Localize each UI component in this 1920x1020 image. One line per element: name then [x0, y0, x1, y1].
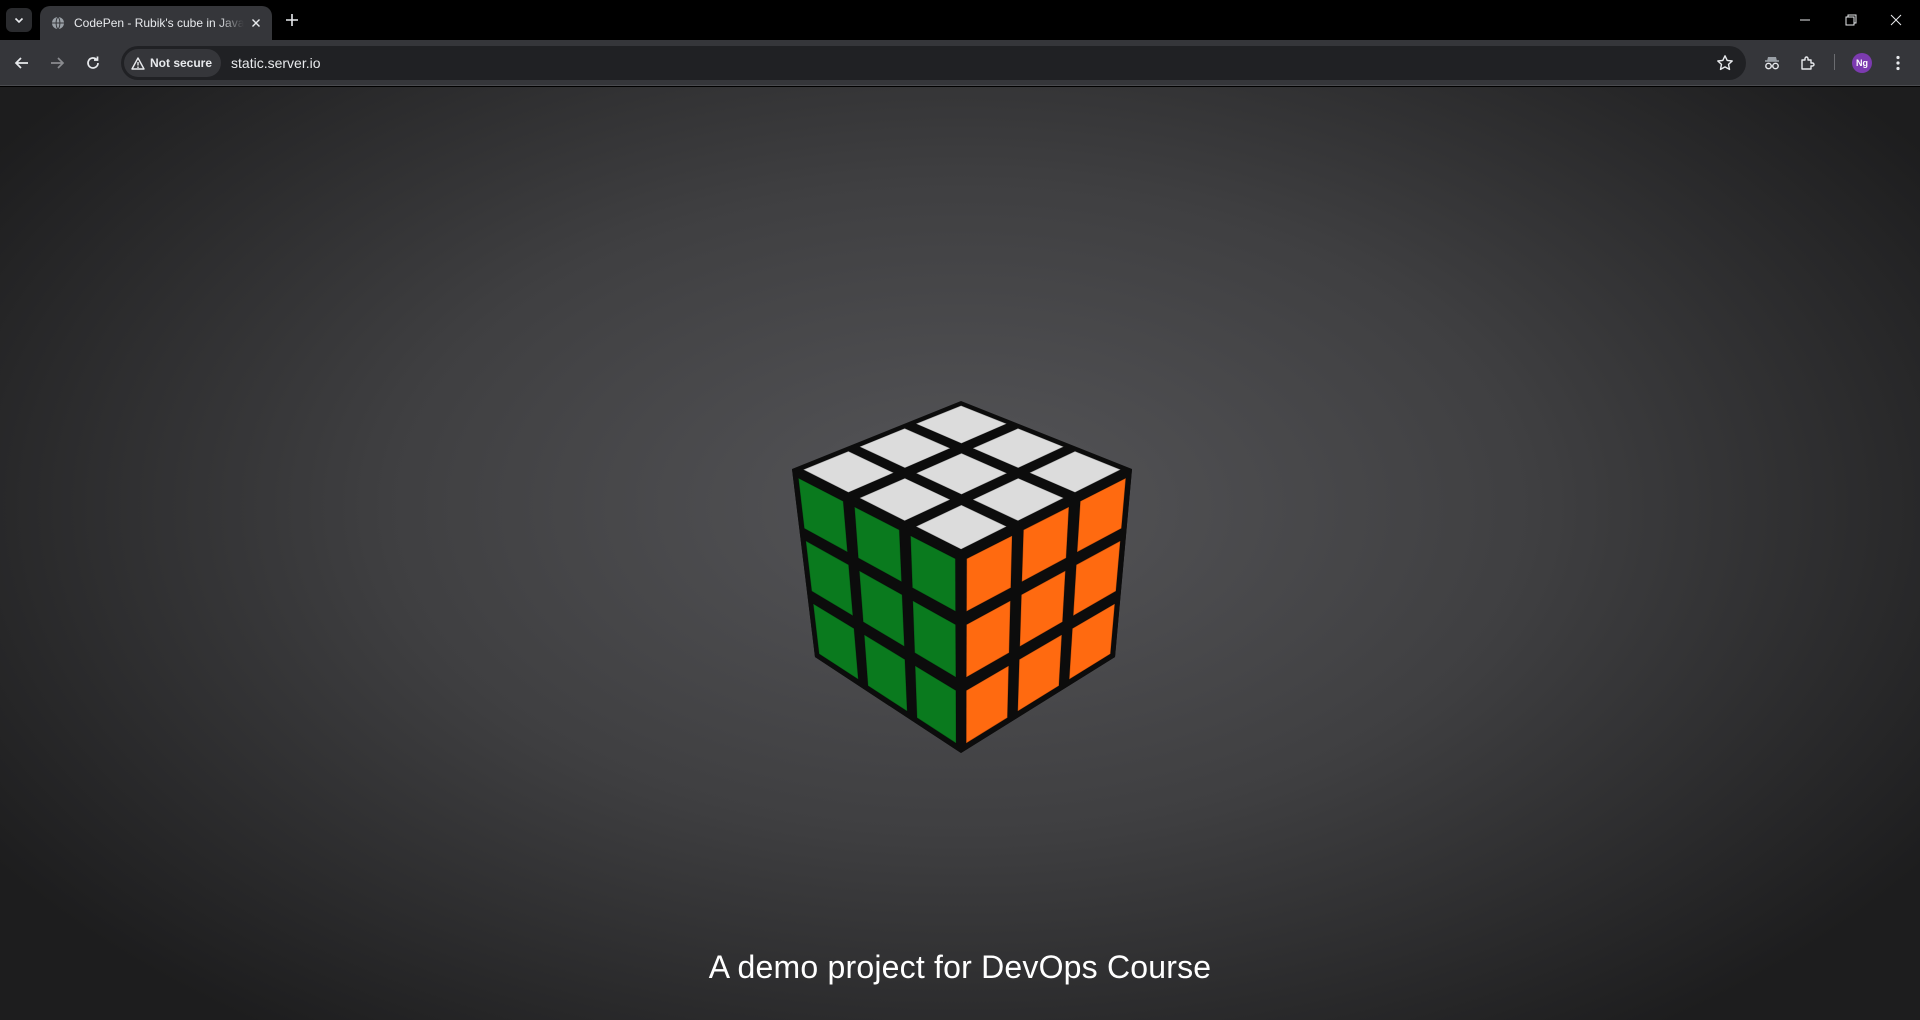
arrow-left-icon — [14, 57, 28, 69]
page-content: A demo project for DevOps Course — [0, 87, 1920, 1020]
security-label: Not secure — [150, 56, 213, 70]
tab-title: CodePen - Rubik's cube in JavaScript — [74, 16, 244, 30]
rubiks-cube[interactable] — [780, 387, 1140, 767]
page-caption: A demo project for DevOps Course — [708, 949, 1212, 985]
toolbar-separator — [1834, 54, 1835, 70]
incognito-extension-button[interactable] — [1759, 50, 1785, 76]
warning-icon — [131, 56, 145, 70]
browser-toolbar: Not secure static.server.io Ng — [0, 40, 1920, 86]
extensions-button[interactable] — [1795, 50, 1821, 76]
close-tab-icon[interactable] — [248, 15, 264, 31]
minimize-icon — [1800, 19, 1810, 21]
kebab-menu-icon — [1896, 55, 1900, 71]
active-tab[interactable]: CodePen - Rubik's cube in JavaScript — [40, 6, 272, 40]
profile-avatar[interactable]: Ng — [1852, 53, 1872, 73]
title-bar: CodePen - Rubik's cube in JavaScript — [0, 0, 1920, 40]
puzzle-icon — [1801, 56, 1815, 70]
spy-glasses-icon — [1765, 57, 1779, 70]
address-bar[interactable]: Not secure static.server.io — [121, 46, 1746, 80]
close-window-button[interactable] — [1881, 6, 1911, 34]
arrow-right-icon — [51, 57, 65, 69]
back-button[interactable] — [9, 50, 35, 76]
url-text[interactable]: static.server.io — [231, 55, 320, 71]
close-icon — [1890, 14, 1902, 26]
new-tab-button[interactable] — [281, 9, 303, 31]
chevron-down-icon — [14, 17, 24, 24]
forward-button[interactable] — [44, 50, 70, 76]
minimize-button[interactable] — [1790, 6, 1820, 34]
reload-icon — [87, 56, 99, 69]
browser-menu-button[interactable] — [1885, 50, 1911, 76]
security-chip[interactable]: Not secure — [124, 49, 222, 77]
restore-icon — [1845, 14, 1857, 26]
tab-search-button[interactable] — [6, 8, 32, 32]
globe-icon — [50, 15, 66, 31]
reload-button[interactable] — [80, 50, 106, 76]
bookmark-star-icon[interactable] — [1716, 54, 1734, 72]
plus-icon — [286, 14, 298, 26]
restore-button[interactable] — [1836, 6, 1866, 34]
